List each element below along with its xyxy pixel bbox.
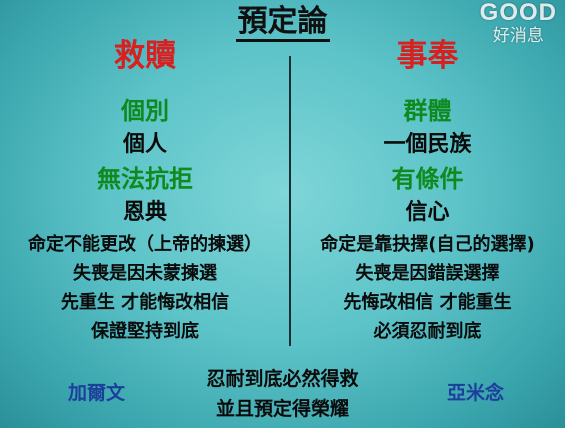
right-column: 事奉 群體 一個民族 有條件 信心 命定是靠抉擇(自己的選擇) 失喪是因錯誤選擇… [290, 34, 565, 346]
left-line-2: 個人 [122, 132, 167, 157]
channel-logo-en: GOOD [479, 0, 557, 26]
right-line-3: 有條件 [391, 165, 464, 193]
left-line-5: 命定不能更改（上帝的揀選） [28, 234, 262, 255]
left-line-6: 失喪是因未蒙揀選 [73, 263, 217, 284]
right-line-5: 命定是靠抉擇(自己的選擇) [320, 234, 535, 255]
left-line-1: 個別 [121, 97, 169, 125]
right-line-4: 信心 [405, 200, 450, 225]
right-heading: 事奉 [396, 38, 459, 74]
left-line-3: 無法抗拒 [97, 165, 193, 193]
conclusion-line-2: 並且預定得榮耀 [215, 398, 349, 420]
left-line-4: 恩典 [122, 200, 167, 225]
left-heading: 救贖 [114, 38, 176, 74]
right-line-6: 失喪是因錯誤選擇 [355, 263, 500, 284]
left-line-7: 先重生 才能悔改相信 [60, 292, 230, 313]
left-line-8: 保證堅持到底 [91, 321, 199, 342]
right-line-8: 必須忍耐到底 [373, 321, 482, 342]
conclusion-line-1: 忍耐到底必然得救 [206, 368, 359, 390]
right-line-1: 群體 [403, 97, 452, 125]
conclusion-block: 忍耐到底必然得救 並且預定得榮耀 [0, 364, 565, 424]
right-line-2: 一個民族 [383, 132, 472, 157]
slide: 預定論 GOOD 好消息 救贖 個別 個人 無法抗拒 恩典 命定不能更改（上帝的… [0, 0, 565, 428]
left-column: 救贖 個別 個人 無法抗拒 恩典 命定不能更改（上帝的揀選） 失喪是因未蒙揀選 … [0, 34, 290, 346]
right-line-7: 先悔改相信 才能重生 [343, 292, 512, 313]
